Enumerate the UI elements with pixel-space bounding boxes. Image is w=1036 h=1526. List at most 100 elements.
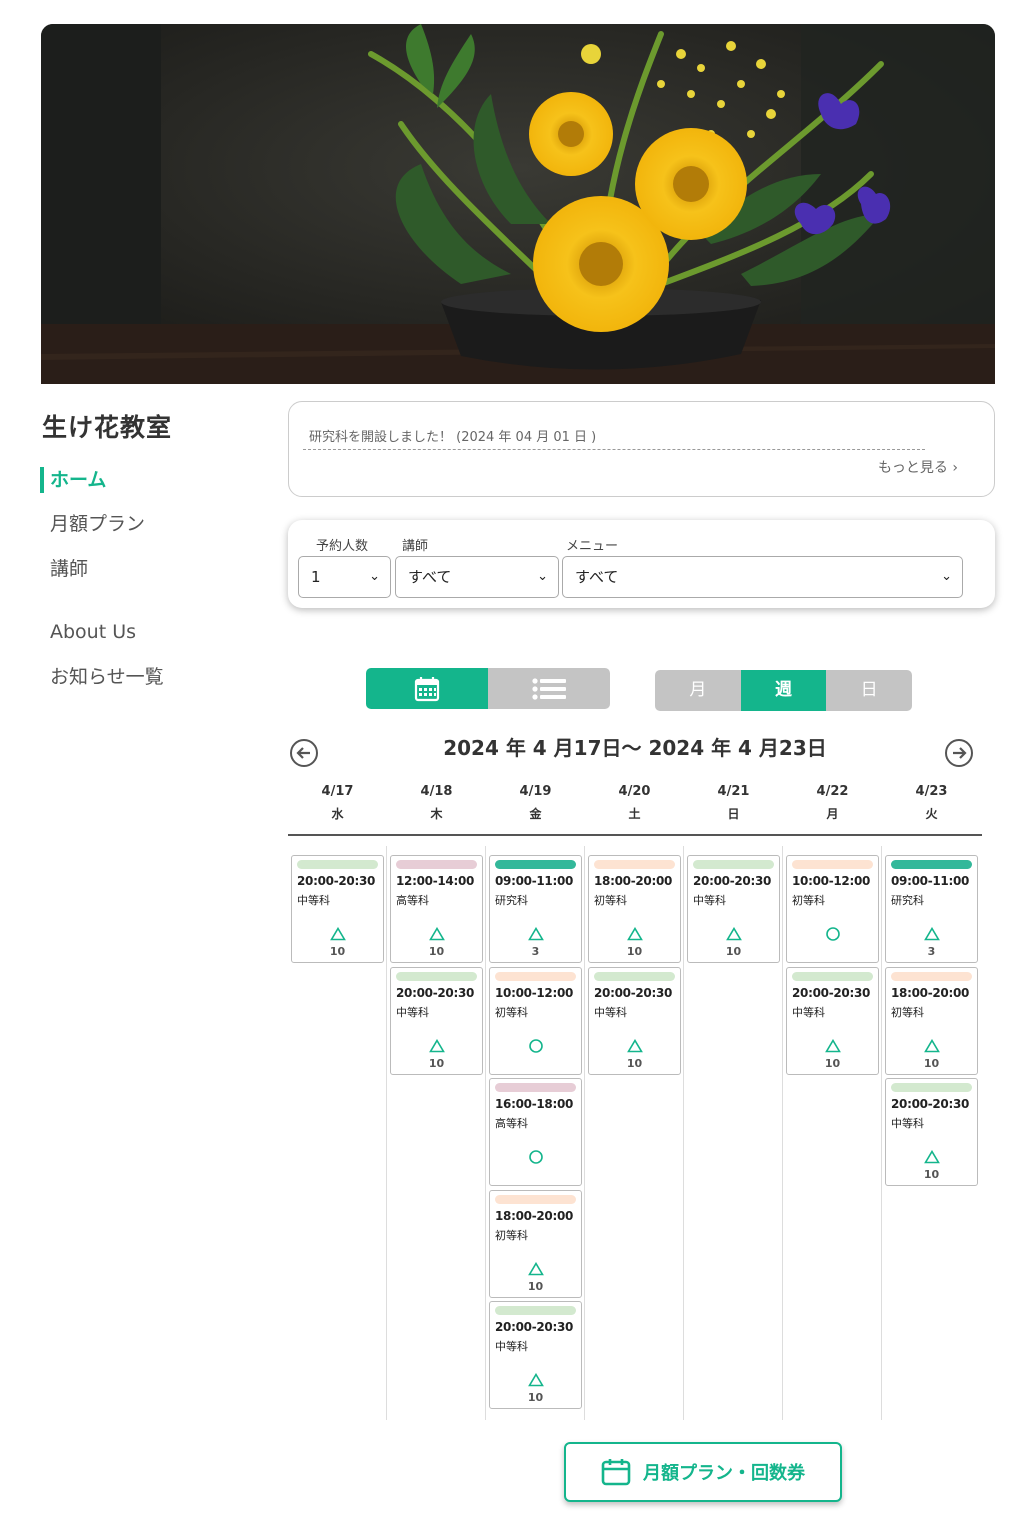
- month-view-button[interactable]: 月: [655, 670, 741, 711]
- slot-menu: 中等科: [792, 1005, 825, 1019]
- schedule-slot[interactable]: 20:00-20:30 中等科 10: [390, 966, 483, 1075]
- schedule-slot[interactable]: 16:00-18:00 高等科: [489, 1078, 582, 1186]
- list-view-button[interactable]: [488, 668, 610, 709]
- nav-item-teachers[interactable]: 講師: [40, 550, 240, 595]
- day-header: 4/20 土: [585, 780, 684, 834]
- nav-item-home[interactable]: ホーム: [40, 467, 240, 493]
- day-weekday: 火: [925, 807, 938, 821]
- availability-mark: [589, 926, 680, 945]
- schedule-slot[interactable]: 18:00-20:00 初等科 10: [489, 1189, 582, 1298]
- slot-time: 10:00-12:00: [495, 985, 574, 1000]
- remaining-count: 10: [527, 1279, 544, 1293]
- schedule-slot[interactable]: 20:00-20:30 中等科 10: [291, 855, 384, 963]
- slot-time: 20:00-20:30: [297, 874, 376, 888]
- next-week-button[interactable]: [945, 739, 973, 767]
- remaining-count: 10: [329, 945, 346, 958]
- schedule-slot[interactable]: 10:00-12:00 初等科: [786, 855, 879, 963]
- availability-mark: [490, 1038, 581, 1058]
- day-weekday: 木: [430, 807, 443, 821]
- menu-color-bar: [792, 860, 873, 869]
- slot-menu: 中等科: [495, 1340, 528, 1353]
- day-view-button[interactable]: 日: [826, 670, 912, 711]
- sidebar-nav: ホーム 月額プラン 講師 About Us お知らせ一覧: [40, 460, 240, 703]
- slot-time: 20:00-20:30: [396, 985, 475, 1000]
- menu-color-bar: [396, 860, 477, 869]
- menu-value: すべて: [575, 568, 619, 586]
- calendar-view-button[interactable]: [366, 668, 488, 709]
- schedule-slot[interactable]: 10:00-12:00 初等科: [489, 966, 582, 1075]
- remaining-count: 3: [927, 945, 936, 958]
- availability-mark: [490, 1372, 581, 1391]
- chevron-right-icon: ›: [952, 460, 958, 476]
- slot-time: 20:00-20:30: [891, 1097, 970, 1111]
- arrow-right-icon: [953, 747, 967, 759]
- schedule-slot[interactable]: 20:00-20:30 中等科 10: [588, 966, 681, 1075]
- available-circle-icon: [528, 1038, 543, 1053]
- schedule-slot[interactable]: 20:00-20:30 中等科 10: [885, 1078, 978, 1186]
- week-schedule-grid: 20:00-20:30 中等科 10 12:00-14:00 高等科 10 20:00-20…: [288, 846, 982, 1420]
- people-count-select[interactable]: 1 ⌄: [298, 556, 391, 598]
- availability-mark: [292, 926, 383, 945]
- news-item[interactable]: 研究科を開設しました！ (2024 年 04 月 01 日 ): [303, 426, 925, 450]
- people-count-label: 予約人数: [316, 539, 369, 554]
- chevron-down-icon: ⌄: [369, 569, 380, 584]
- teacher-select[interactable]: すべて ⌄: [395, 556, 559, 598]
- people-count-value: 1: [311, 568, 321, 586]
- monthly-plan-ticket-button[interactable]: 月額プラン・回数券: [564, 1442, 842, 1502]
- remaining-count: 10: [428, 1056, 445, 1070]
- more-link[interactable]: もっと見る ›: [878, 457, 958, 477]
- schedule-slot[interactable]: 09:00-11:00 研究科 3: [489, 855, 582, 963]
- column-divider: [782, 846, 783, 1420]
- news-box: 研究科を開設しました！ (2024 年 04 月 01 日 ) もっと見る ›: [288, 401, 995, 497]
- list-icon: [532, 677, 566, 700]
- schedule-slot[interactable]: 18:00-20:00 初等科 10: [885, 966, 978, 1075]
- remaining-count: 10: [527, 1391, 544, 1404]
- schedule-slot[interactable]: 09:00-11:00 研究科 3: [885, 855, 978, 963]
- teacher-label: 講師: [402, 539, 429, 554]
- menu-color-bar: [495, 860, 576, 869]
- slot-menu: 研究科: [891, 894, 924, 907]
- slot-menu: 初等科: [495, 1005, 528, 1019]
- filter-panel: 予約人数 講師 メニュー 1 ⌄ すべて ⌄ すべて ⌄: [288, 520, 995, 608]
- calendar-icon: [601, 1459, 631, 1486]
- availability-mark: [490, 1149, 581, 1169]
- day-weekday: 土: [628, 807, 641, 821]
- few-left-triangle-icon: [923, 926, 940, 941]
- slot-menu: 初等科: [792, 894, 825, 907]
- few-left-triangle-icon: [626, 1038, 643, 1052]
- schedule-slot[interactable]: 20:00-20:30 中等科 10: [489, 1301, 582, 1409]
- slot-menu: 高等科: [396, 894, 429, 907]
- slot-menu: 中等科: [594, 1005, 627, 1019]
- nav-item-news-list[interactable]: お知らせ一覧: [40, 658, 240, 703]
- availability-mark: [886, 1038, 977, 1057]
- day-header: 4/17 水: [288, 780, 387, 834]
- day-weekday: 水: [331, 807, 344, 821]
- day-date: 4/21: [717, 784, 750, 799]
- nav-item-monthly-plan[interactable]: 月額プラン: [40, 505, 240, 550]
- menu-select[interactable]: すべて ⌄: [562, 556, 963, 598]
- remaining-count: 10: [923, 1056, 940, 1070]
- schedule-slot[interactable]: 20:00-20:30 中等科 10: [786, 966, 879, 1075]
- menu-color-bar: [495, 1083, 576, 1092]
- availability-mark: [886, 926, 977, 945]
- slot-time: 12:00-14:00: [396, 874, 475, 888]
- schedule-slot[interactable]: 18:00-20:00 初等科 10: [588, 855, 681, 963]
- few-left-triangle-icon: [923, 1038, 940, 1052]
- week-view-button[interactable]: 週: [740, 670, 827, 711]
- slot-menu: 初等科: [594, 894, 627, 907]
- few-left-triangle-icon: [527, 1372, 544, 1387]
- availability-mark: [490, 926, 581, 945]
- column-divider: [584, 846, 585, 1420]
- slot-menu: 中等科: [891, 1117, 924, 1130]
- remaining-count: 3: [531, 945, 540, 958]
- range-toggle: 月 週 日: [655, 670, 912, 711]
- menu-color-bar: [396, 971, 477, 981]
- teacher-value: すべて: [408, 568, 452, 586]
- nav-item-about-us[interactable]: About Us: [40, 613, 240, 658]
- schedule-slot[interactable]: 20:00-20:30 中等科 10: [687, 855, 780, 963]
- schedule-slot[interactable]: 12:00-14:00 高等科 10: [390, 855, 483, 963]
- slot-time: 09:00-11:00: [495, 874, 574, 888]
- day-header: 4/21 日: [684, 780, 783, 834]
- remaining-count: 10: [626, 1056, 643, 1070]
